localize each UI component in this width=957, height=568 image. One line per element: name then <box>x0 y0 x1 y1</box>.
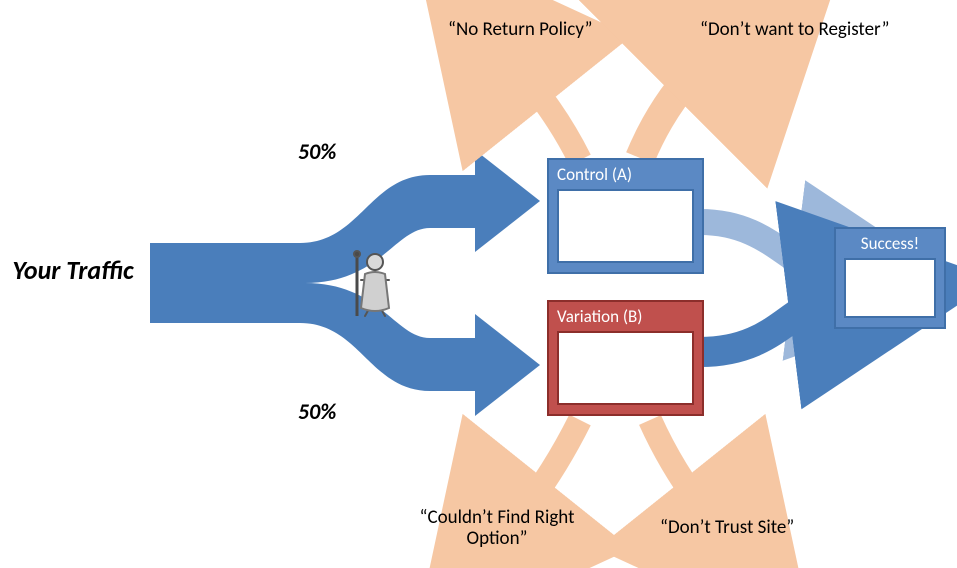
to-success-arrows <box>700 222 830 352</box>
variation-title: Variation (B) <box>549 302 702 331</box>
ab-test-diagram: { "traffic_label": "Your Traffic", "spli… <box>0 0 957 568</box>
dropoff-control-left: “No Return Policy” <box>448 20 592 41</box>
success-box: Success! <box>834 227 946 329</box>
dropoff-variation-right: “Don’t Trust Site” <box>660 518 794 539</box>
flow-svg <box>0 0 957 568</box>
dropoff-variation-left: “Couldn’t Find Right Option” <box>412 508 582 550</box>
control-preview <box>557 189 694 263</box>
split-bottom-label: 50% <box>298 400 336 424</box>
success-preview <box>844 258 936 318</box>
success-title: Success! <box>836 229 944 258</box>
control-box: Control (A) <box>547 158 704 274</box>
variation-preview <box>557 331 694 405</box>
traffic-split-arrow <box>150 150 540 416</box>
control-title: Control (A) <box>549 160 702 189</box>
dropoff-arrows <box>520 55 710 515</box>
split-top-label: 50% <box>298 140 336 164</box>
dropoff-control-right: “Don’t want to Register” <box>700 20 889 41</box>
traffic-label: Your Traffic <box>8 256 138 285</box>
variation-box: Variation (B) <box>547 300 704 416</box>
